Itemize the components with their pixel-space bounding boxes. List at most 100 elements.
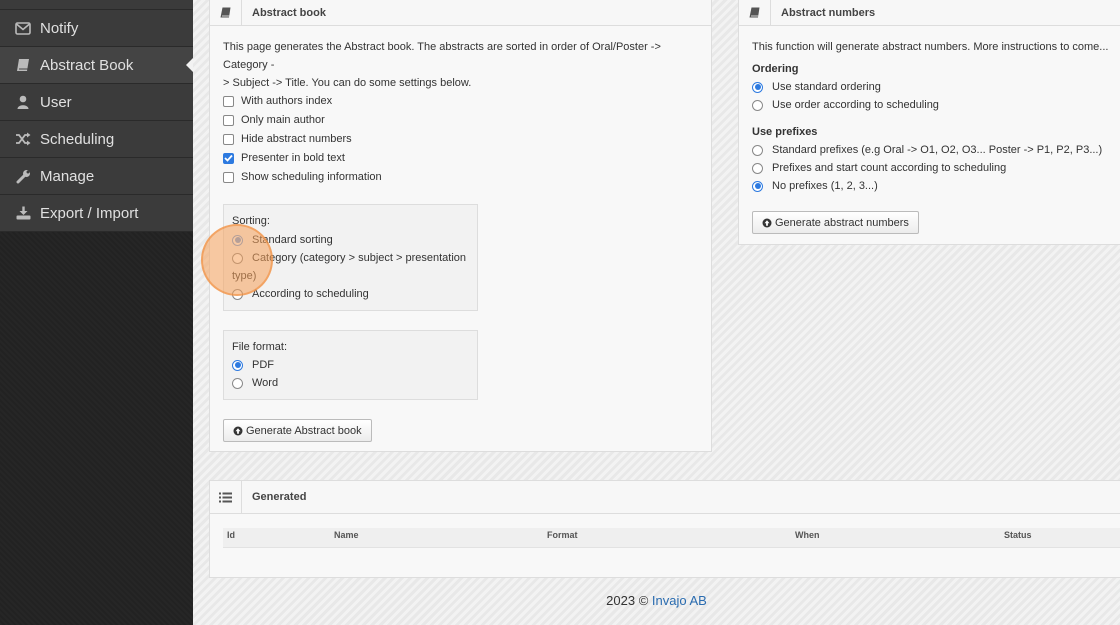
- checkbox[interactable]: [223, 171, 234, 183]
- option-label: Use order according to scheduling: [772, 99, 939, 111]
- sidebar-item-manage[interactable]: Manage: [0, 158, 193, 195]
- generated-header: Generated: [210, 480, 1120, 514]
- radio-checked[interactable]: [232, 359, 243, 371]
- sidebar-item-label: Scheduling: [40, 130, 115, 148]
- option-label: Only main author: [241, 114, 325, 126]
- prefix-standard[interactable]: Standard prefixes (e.g Oral -> O1, O2, O…: [752, 144, 1102, 156]
- option-hide-abstract-numbers[interactable]: Hide abstract numbers: [223, 133, 352, 145]
- book-icon: [14, 56, 32, 74]
- button-label: Generate abstract numbers: [775, 216, 909, 229]
- shuffle-icon: [14, 130, 32, 148]
- option-label: Word: [252, 377, 279, 389]
- checkmark-icon: [224, 154, 233, 162]
- option-label: Presenter in bold text: [241, 152, 345, 164]
- sort-category-continued: type): [232, 270, 257, 282]
- abstract-numbers-description: This function will generate abstract num…: [752, 41, 1109, 53]
- envelope-icon: [14, 19, 32, 37]
- abstract-numbers-panel: Abstract numbers This function will gene…: [738, 0, 1120, 245]
- option-label: Use standard ordering: [772, 81, 881, 93]
- abstract-book-header: Abstract book: [210, 0, 711, 26]
- sidebar-item-label: Abstract Book: [40, 56, 134, 74]
- sort-category[interactable]: Category (category > subject > presentat…: [232, 252, 466, 264]
- column-id[interactable]: Id: [227, 530, 235, 540]
- checkbox-checked[interactable]: [223, 152, 234, 164]
- checkbox[interactable]: [223, 95, 234, 107]
- checkbox[interactable]: [223, 133, 234, 145]
- option-label: With authors index: [241, 95, 333, 107]
- ordering-standard[interactable]: Use standard ordering: [752, 81, 881, 93]
- file-format-label: File format:: [232, 341, 288, 353]
- abstract-numbers-title: Abstract numbers: [781, 6, 876, 19]
- column-name[interactable]: Name: [334, 530, 359, 540]
- sidebar-item-notify[interactable]: Notify: [0, 10, 193, 47]
- sorting-label: Sorting:: [232, 215, 270, 227]
- list-icon: [210, 480, 242, 514]
- column-status[interactable]: Status: [1004, 530, 1032, 540]
- main-content: Abstract book This page generates the Ab…: [193, 0, 1120, 625]
- format-pdf[interactable]: PDF: [232, 359, 274, 371]
- generate-abstract-book-button[interactable]: Generate Abstract book: [223, 419, 372, 442]
- radio-checked[interactable]: [752, 81, 763, 93]
- generate-abstract-numbers-button[interactable]: Generate abstract numbers: [752, 211, 919, 234]
- sidebar: Notify Abstract Book User Scheduling Man…: [0, 0, 193, 625]
- circle-arrow-up-icon: [233, 426, 243, 435]
- column-format[interactable]: Format: [547, 530, 578, 540]
- circle-arrow-up-icon: [762, 218, 772, 227]
- description-line: This page generates the Abstract book. T…: [223, 41, 661, 71]
- abstract-book-title: Abstract book: [252, 6, 326, 19]
- option-label: PDF: [252, 359, 274, 371]
- sort-standard[interactable]: Standard sorting: [232, 234, 333, 246]
- ordering-label: Ordering: [752, 63, 799, 75]
- download-icon: [14, 204, 32, 222]
- description-line: > Subject -> Title. You can do some sett…: [223, 77, 472, 89]
- sidebar-item-scheduling[interactable]: Scheduling: [0, 121, 193, 158]
- sidebar-item-abstract-book[interactable]: Abstract Book: [0, 47, 193, 84]
- option-label: Standard prefixes (e.g Oral -> O1, O2, O…: [772, 144, 1103, 156]
- sidebar-item-user[interactable]: User: [0, 84, 193, 121]
- radio[interactable]: [232, 252, 243, 264]
- format-word[interactable]: Word: [232, 377, 278, 389]
- radio[interactable]: [752, 144, 763, 156]
- option-label: Standard sorting: [252, 234, 333, 246]
- book-icon: [210, 0, 242, 26]
- prefix-scheduling[interactable]: Prefixes and start count according to sc…: [752, 162, 1006, 174]
- radio[interactable]: [752, 99, 763, 111]
- sort-scheduling[interactable]: According to scheduling: [232, 288, 369, 300]
- abstract-book-description: This page generates the Abstract book. T…: [223, 38, 708, 92]
- book-icon: [739, 0, 771, 26]
- abstract-book-panel: Abstract book This page generates the Ab…: [209, 0, 712, 452]
- prefixes-label: Use prefixes: [752, 126, 818, 138]
- sidebar-nav: Notify Abstract Book User Scheduling Man…: [0, 10, 193, 232]
- option-label: Category (category > subject > presentat…: [252, 252, 467, 264]
- user-icon: [14, 93, 32, 111]
- sidebar-item-label: Notify: [40, 19, 79, 37]
- option-show-scheduling[interactable]: Show scheduling information: [223, 171, 382, 183]
- column-when[interactable]: When: [795, 530, 820, 540]
- option-label: Show scheduling information: [241, 171, 382, 183]
- sidebar-top-sliver: [0, 0, 193, 10]
- sidebar-item-label: Manage: [40, 167, 95, 185]
- footer: 2023 © Invajo AB: [193, 593, 1120, 608]
- abstract-numbers-header: Abstract numbers: [739, 0, 1120, 26]
- option-with-authors-index[interactable]: With authors index: [223, 95, 332, 107]
- checkbox[interactable]: [223, 114, 234, 126]
- radio[interactable]: [752, 162, 763, 174]
- copyright-text: 2023 ©: [606, 593, 649, 608]
- sidebar-item-export-import[interactable]: Export / Import: [0, 195, 193, 232]
- option-label: Prefixes and start count according to sc…: [772, 162, 1007, 174]
- footer-link[interactable]: Invajo AB: [652, 593, 707, 608]
- ordering-scheduling[interactable]: Use order according to scheduling: [752, 99, 939, 111]
- option-label: According to scheduling: [252, 288, 369, 300]
- option-label: No prefixes (1, 2, 3...): [772, 180, 878, 192]
- radio-checked[interactable]: [232, 234, 243, 246]
- button-label: Generate Abstract book: [246, 424, 362, 437]
- sidebar-item-label: User: [40, 93, 72, 111]
- generated-title: Generated: [252, 491, 307, 503]
- prefix-none[interactable]: No prefixes (1, 2, 3...): [752, 180, 878, 192]
- radio[interactable]: [232, 377, 243, 389]
- radio[interactable]: [232, 288, 243, 300]
- radio-checked[interactable]: [752, 180, 763, 192]
- option-only-main-author[interactable]: Only main author: [223, 114, 325, 126]
- sidebar-item-label: Export / Import: [40, 204, 139, 222]
- option-presenter-bold[interactable]: Presenter in bold text: [223, 152, 345, 164]
